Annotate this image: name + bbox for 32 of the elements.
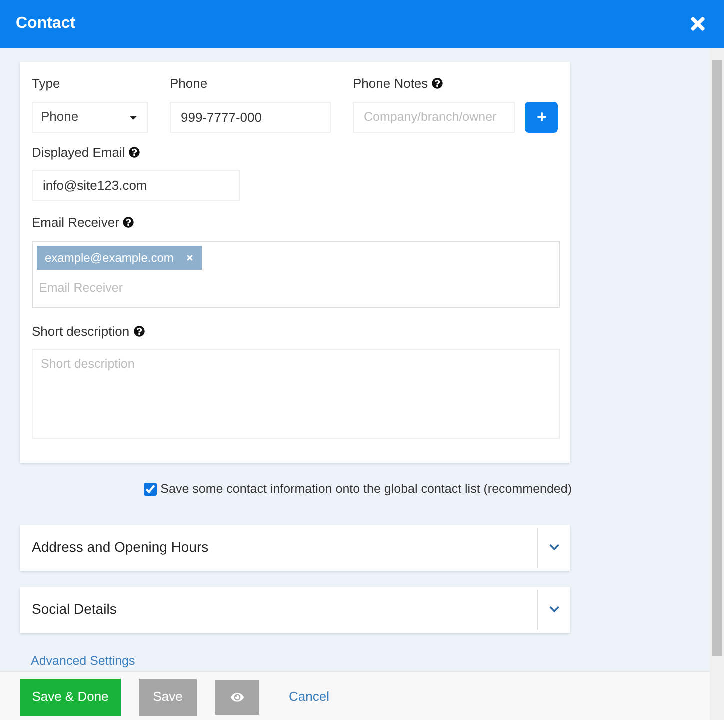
field-label: Type [32,75,60,93]
field-label: Short description [32,322,130,341]
checkbox[interactable] [144,482,157,496]
type-select[interactable]: Phone [32,102,148,132]
phone-field[interactable]: 999-7777-000 [170,102,331,132]
help-icon[interactable] [134,326,145,337]
add-button[interactable] [525,102,558,132]
phone-notes-field[interactable]: Company/branch/owner [353,102,515,132]
help-icon[interactable] [123,217,134,228]
eye-icon [230,690,244,704]
field-label: Phone Notes [353,75,428,93]
advanced-settings-link[interactable]: Advanced Settings [31,652,710,670]
chevron-down-icon [548,542,560,554]
field-label: Displayed Email [32,144,126,162]
displayed-email-field[interactable]: info@site123.com [32,170,240,201]
checkbox-label: Save some contact information onto the global contact list (recommended) [160,481,572,498]
preview-button[interactable] [215,680,259,714]
collapsible-section[interactable]: Social Details [20,586,570,633]
collapsible-section[interactable]: Address and Opening Hours [20,524,570,571]
scrollbar[interactable] [710,48,724,720]
help-icon[interactable] [129,146,140,158]
plus-icon [536,112,546,122]
field-label: Phone [170,75,208,93]
cancel-link[interactable]: Cancel [289,687,330,707]
window-title: Contact [16,14,76,34]
placeholder-text: Email Receiver [38,280,124,296]
help-icon[interactable] [432,78,444,90]
email-tag: example@example.com [37,246,202,270]
short-description-field[interactable]: Short description [32,349,560,439]
close-icon[interactable] [688,14,708,34]
field-label: Email Receiver [32,214,120,232]
chevron-down-icon [548,604,560,616]
